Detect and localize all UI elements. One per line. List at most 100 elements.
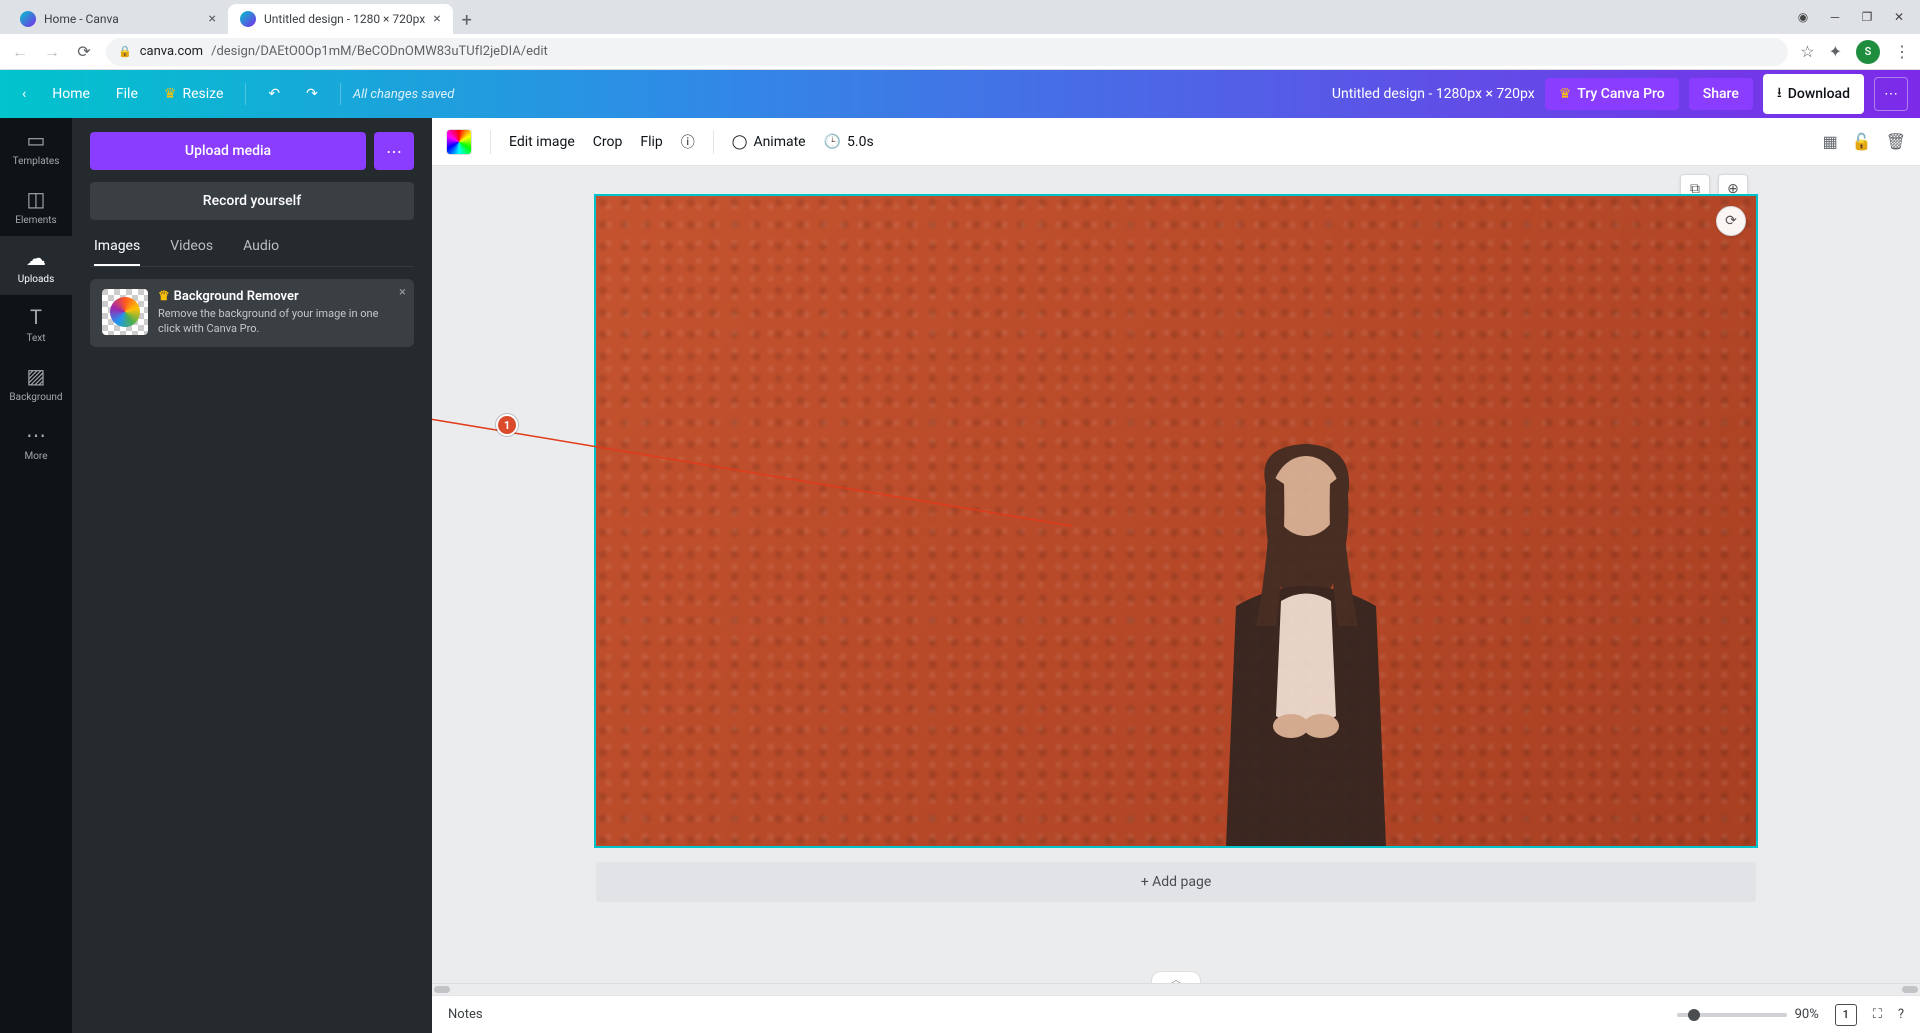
color-swatch[interactable] — [446, 129, 472, 155]
upload-more-button[interactable]: ⋯ — [374, 132, 414, 170]
forward-icon[interactable]: → — [42, 42, 62, 62]
back-to-home-icon[interactable]: ‹ — [12, 80, 36, 108]
uploads-icon: ☁ — [26, 246, 46, 270]
text-icon: T — [30, 305, 42, 329]
transparency-icon[interactable]: ▦ — [1823, 132, 1838, 151]
scroll-left-icon[interactable] — [434, 986, 450, 993]
notes-button[interactable]: Notes — [448, 1007, 483, 1022]
media-tabs: Images Videos Audio — [90, 232, 414, 267]
tab-audio[interactable]: Audio — [243, 238, 279, 266]
flip-button[interactable]: Flip — [640, 134, 662, 150]
rail-background[interactable]: ▨Background — [0, 354, 72, 413]
browser-tab-strip: Home - Canva × Untitled design - 1280 × … — [0, 0, 1920, 34]
url-input[interactable]: 🔒 canva.com/design/DAEtO0Op1mM/BeCODnOMW… — [106, 38, 1788, 66]
info-icon[interactable]: ⓘ — [681, 132, 695, 152]
crown-icon: ♛ — [158, 289, 170, 304]
address-bar: ← → ⟳ 🔒 canva.com/design/DAEtO0Op1mM/BeC… — [0, 34, 1920, 70]
rail-more[interactable]: ⋯ More — [0, 413, 72, 472]
timing-button[interactable]: 🕒5.0s — [824, 134, 874, 150]
animate-icon: ◯ — [732, 134, 748, 150]
new-tab-button[interactable]: + — [453, 6, 481, 34]
rail-label: Uploads — [18, 274, 54, 285]
rail-label: Text — [26, 333, 45, 344]
incognito-icon: ◉ — [1796, 10, 1810, 24]
close-promo-icon[interactable]: × — [399, 285, 406, 300]
browser-tab-active[interactable]: Untitled design - 1280 × 720px × — [228, 4, 453, 34]
file-menu[interactable]: File — [106, 80, 148, 108]
window-controls: ◉ ─ ❐ ✕ — [1796, 0, 1920, 34]
try-canva-pro-button[interactable]: ♛ Try Canva Pro — [1545, 78, 1679, 110]
document-title[interactable]: Untitled design - 1280px × 720px — [1332, 86, 1535, 102]
page-count-badge[interactable]: 1 — [1835, 1004, 1857, 1026]
crop-button[interactable]: Crop — [593, 134, 623, 150]
try-pro-label: Try Canva Pro — [1577, 86, 1664, 102]
upload-media-button[interactable]: Upload media — [90, 132, 366, 170]
download-icon: ⭳ — [1777, 82, 1782, 106]
separator — [490, 130, 491, 154]
foreground-person-image[interactable] — [1176, 426, 1436, 846]
lock-icon[interactable]: 🔓 — [1852, 132, 1872, 151]
left-rail: ▭Templates ◫Elements ☁ Uploads T Text ▨Bac… — [0, 118, 72, 1033]
back-icon[interactable]: ← — [10, 42, 30, 62]
separator — [245, 83, 246, 105]
rail-elements[interactable]: ◫Elements — [0, 177, 72, 236]
help-icon[interactable]: ? — [1898, 1007, 1904, 1022]
download-button[interactable]: ⭳Download — [1763, 74, 1864, 114]
separator — [340, 83, 341, 105]
more-options-button[interactable]: ⋯ — [1874, 77, 1908, 111]
promo-desc: Remove the background of your image in o… — [158, 307, 402, 337]
rail-label: More — [24, 451, 47, 462]
zoom-slider[interactable] — [1677, 1013, 1787, 1017]
more-icon: ⋯ — [26, 423, 46, 447]
bg-remover-promo[interactable]: ♛Background Remover Remove the backgroun… — [90, 279, 414, 347]
add-page-button[interactable]: + Add page — [596, 862, 1756, 902]
rail-text[interactable]: T Text — [0, 295, 72, 354]
edit-image-button[interactable]: Edit image — [509, 134, 575, 150]
reset-icon[interactable]: ⟳ — [1716, 206, 1746, 236]
rail-templates[interactable]: ▭Templates — [0, 118, 72, 177]
undo-icon[interactable]: ↶ — [258, 80, 290, 108]
record-yourself-button[interactable]: Record yourself — [90, 182, 414, 220]
delete-icon[interactable]: 🗑 — [1886, 132, 1906, 151]
context-toolbar: Edit image Crop Flip ⓘ ◯Animate 🕒5.0s ▦ … — [432, 118, 1920, 166]
share-button[interactable]: Share — [1689, 78, 1753, 110]
zoom-thumb[interactable] — [1688, 1009, 1700, 1021]
canvas-page[interactable]: ⟳ — [596, 196, 1756, 846]
close-window-icon[interactable]: ✕ — [1892, 10, 1906, 24]
minimize-icon[interactable]: ─ — [1828, 10, 1842, 24]
uploads-panel: Upload media ⋯ Record yourself Images Vi… — [72, 118, 432, 1033]
url-path: /design/DAEtO0Op1mM/BeCODnOMW83uTUfI2jeD… — [211, 44, 548, 59]
canvas-stage[interactable]: ⧉ ⊕ — [432, 166, 1920, 983]
horizontal-scrollbar[interactable] — [432, 983, 1920, 995]
maximize-icon[interactable]: ❐ — [1860, 10, 1874, 24]
rail-label: Elements — [15, 215, 56, 226]
extensions-icon[interactable]: ✦ — [1829, 42, 1842, 61]
zoom-value[interactable]: 90% — [1795, 1007, 1819, 1022]
editor-footer: Notes 90% 1 ⛶ ? — [432, 995, 1920, 1033]
tab-title: Home - Canva — [44, 12, 119, 26]
redo-icon[interactable]: ↷ — [296, 80, 328, 108]
browser-tab[interactable]: Home - Canva × — [8, 4, 228, 34]
page-strip-toggle-icon[interactable]: ︿ — [1151, 971, 1201, 983]
tab-videos[interactable]: Videos — [170, 238, 213, 266]
canva-header: ‹ Home File ♛Resize ↶ ↷ All changes save… — [0, 70, 1920, 118]
lock-icon: 🔒 — [118, 45, 132, 58]
close-tab-icon[interactable]: × — [433, 11, 440, 27]
rail-uploads[interactable]: ☁ Uploads — [0, 236, 72, 295]
canva-favicon-icon — [240, 11, 256, 27]
templates-icon: ▭ — [27, 128, 46, 152]
crown-icon: ♛ — [1559, 86, 1572, 102]
fullscreen-icon[interactable]: ⛶ — [1873, 1007, 1882, 1022]
promo-thumb-icon — [102, 289, 148, 335]
profile-avatar[interactable]: S — [1856, 40, 1880, 64]
reload-icon[interactable]: ⟳ — [74, 42, 94, 61]
home-button[interactable]: Home — [42, 80, 100, 108]
chrome-menu-icon[interactable]: ⋮ — [1894, 42, 1910, 61]
resize-button[interactable]: ♛Resize — [154, 80, 234, 108]
url-host: canva.com — [140, 44, 203, 59]
close-tab-icon[interactable]: × — [209, 11, 216, 27]
scroll-right-icon[interactable] — [1902, 986, 1918, 993]
animate-button[interactable]: ◯Animate — [732, 134, 806, 150]
star-icon[interactable]: ☆ — [1800, 42, 1814, 61]
tab-images[interactable]: Images — [94, 238, 140, 266]
